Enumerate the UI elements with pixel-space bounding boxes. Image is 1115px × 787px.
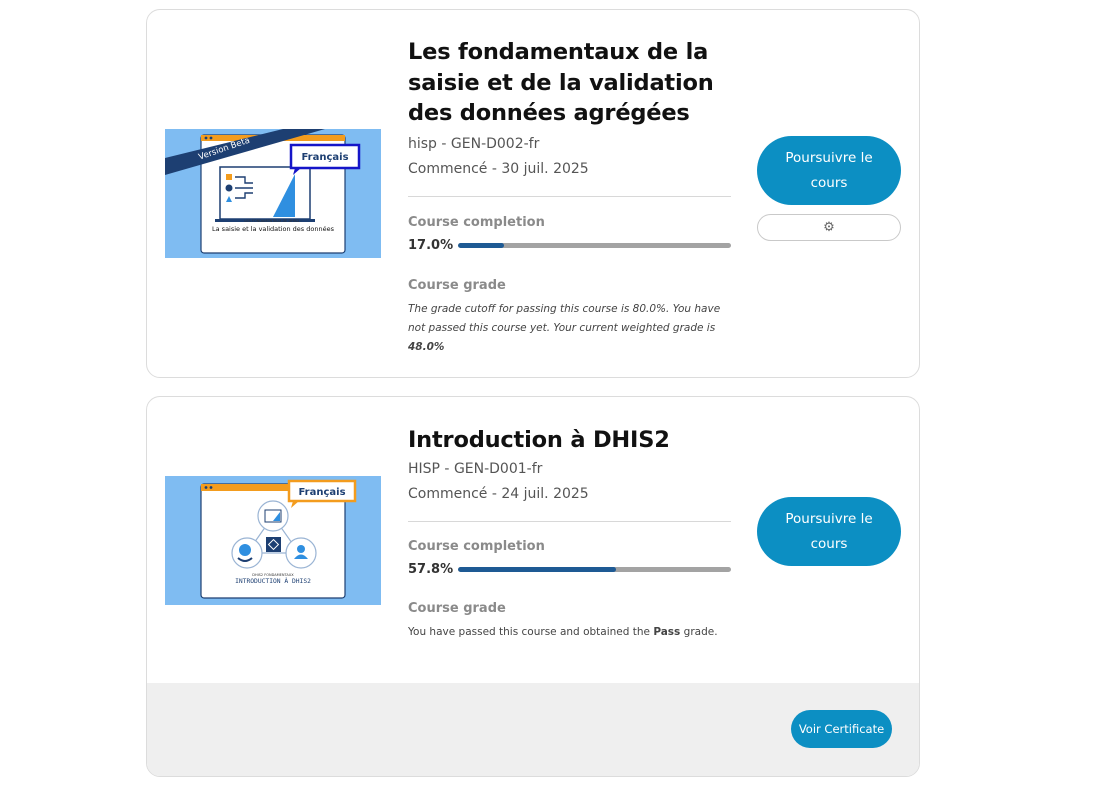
- course-title[interactable]: Introduction à DHIS2: [408, 425, 731, 456]
- svg-text:LES FONDAMENTAUX DE DHIS2 :: LES FONDAMENTAUX DE DHIS2 :: [244, 219, 301, 223]
- grade-text-suffix: grade.: [680, 625, 718, 638]
- course-completion-label: Course completion: [408, 214, 545, 230]
- resume-course-button[interactable]: Poursuivre le cours: [757, 136, 901, 205]
- completion-percent: 17.0%: [408, 237, 454, 253]
- course-start-date: Commencé - 30 juil. 2025: [408, 160, 589, 177]
- course-card: Français LES FONDAMENTAUX DE DHIS2 : La …: [146, 9, 920, 378]
- resume-course-button[interactable]: Poursuivre le cours: [757, 497, 901, 566]
- certificate-footer: Voir Certificate: [147, 683, 919, 776]
- course-grade-text: The grade cutoff for passing this course…: [408, 300, 731, 357]
- course-code: HISP - GEN-D001-fr: [408, 460, 543, 477]
- svg-text:La saisie et la validation des: La saisie et la validation des données: [212, 225, 335, 233]
- grade-text-prefix: You have passed this course and obtained…: [408, 625, 654, 638]
- svg-text:DHIS2 FONDAMENTAUX: DHIS2 FONDAMENTAUX: [252, 573, 294, 577]
- completion-progress-fill: [458, 566, 616, 572]
- grade-value: 48.0%: [408, 340, 445, 353]
- completion-row: 57.8%: [408, 562, 731, 577]
- gear-icon: ⚙: [823, 220, 835, 235]
- course-thumbnail-illustration: Français DHIS2 FONDAMENTAUX INTRODUCTION…: [200, 479, 357, 599]
- course-grade-label: Course grade: [408, 277, 506, 293]
- completion-progress-bar: [458, 566, 731, 572]
- svg-text:INTRODUCTION À DHIS2: INTRODUCTION À DHIS2: [235, 576, 311, 585]
- view-certificate-button[interactable]: Voir Certificate: [791, 710, 892, 748]
- svg-text:Français: Français: [298, 487, 345, 498]
- divider: [408, 195, 731, 197]
- divider: [408, 520, 731, 522]
- course-card: Français DHIS2 FONDAMENTAUX INTRODUCTION…: [146, 396, 920, 777]
- course-title[interactable]: Les fondamentaux de la saisie et de la v…: [408, 37, 731, 129]
- svg-text:Français: Français: [301, 152, 348, 163]
- course-thumbnail[interactable]: Français DHIS2 FONDAMENTAUX INTRODUCTION…: [165, 476, 381, 605]
- course-start-date: Commencé - 24 juil. 2025: [408, 485, 589, 502]
- completion-percent: 57.8%: [408, 561, 454, 577]
- course-completion-label: Course completion: [408, 538, 545, 554]
- course-thumbnail[interactable]: Français LES FONDAMENTAUX DE DHIS2 : La …: [165, 129, 381, 258]
- course-code: hisp - GEN-D002-fr: [408, 135, 540, 152]
- grade-value: Pass: [653, 625, 681, 638]
- course-info: Les fondamentaux de la saisie et de la v…: [408, 37, 731, 357]
- completion-progress-fill: [458, 242, 505, 248]
- course-info: Introduction à DHIS2 HISP - GEN-D001-fr …: [408, 425, 731, 642]
- completion-row: 17.0%: [408, 238, 731, 253]
- course-grade-label: Course grade: [408, 600, 506, 616]
- course-settings-button[interactable]: ⚙: [757, 214, 901, 241]
- course-grade-text: You have passed this course and obtained…: [408, 623, 731, 642]
- course-thumbnail-illustration: Français LES FONDAMENTAUX DE DHIS2 : La …: [165, 129, 361, 254]
- grade-text-main: The grade cutoff for passing this course…: [408, 302, 721, 334]
- completion-progress-bar: [458, 242, 731, 248]
